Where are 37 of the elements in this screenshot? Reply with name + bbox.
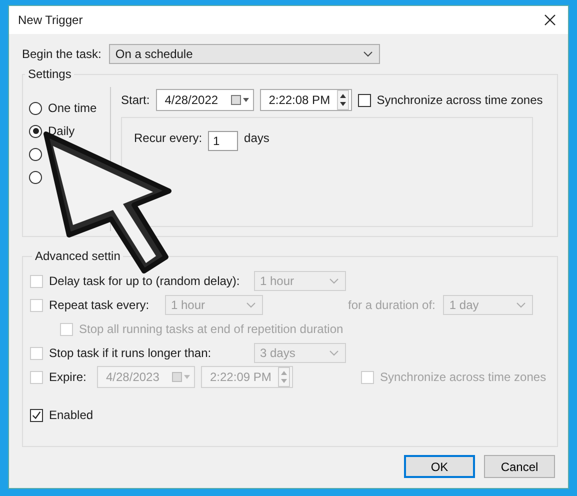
- date-picker[interactable]: 4/28/2022: [156, 89, 254, 111]
- radio-button[interactable]: [29, 102, 42, 114]
- field-label: Start:: [121, 93, 150, 107]
- spinner-arrows-icon[interactable]: [336, 90, 349, 110]
- chevron-down-icon: [363, 51, 374, 57]
- radio-button[interactable]: [29, 124, 42, 138]
- checkbox-label: Delay task for up to (random delay):: [49, 274, 241, 288]
- close-icon[interactable]: [544, 14, 556, 26]
- field-label: for a duration of:: [348, 298, 436, 312]
- checkbox[interactable]: [358, 94, 371, 106]
- checkbox-label: Synchronize across time zones: [380, 370, 546, 384]
- chevron-down-icon: [329, 278, 339, 284]
- checkbox-label: Stop all running tasks at end of repetition duration: [79, 322, 344, 336]
- checkbox-label: Expire:: [49, 370, 88, 384]
- calendar-dropdown-icon[interactable]: [230, 95, 251, 105]
- radio-button[interactable]: [29, 148, 42, 160]
- chevron-down-icon: [329, 350, 339, 356]
- unit-label: days: [244, 131, 270, 145]
- checkbox-label: Synchronize across time zones: [376, 93, 543, 107]
- checkbox-label: Stop task if it runs longer than:: [49, 346, 212, 360]
- dialog-button[interactable]: OK: [404, 455, 475, 478]
- recur-input[interactable]: 1: [208, 131, 238, 151]
- time-spinner[interactable]: 2:22:08 PM: [260, 89, 352, 111]
- dialog-button[interactable]: Cancel: [484, 455, 555, 478]
- radio-label: One time: [48, 101, 97, 115]
- dropdown[interactable]: On a schedule: [109, 44, 380, 64]
- checkbox-label: Repeat task every:: [49, 298, 150, 312]
- chevron-down-icon: [516, 302, 526, 308]
- group-title: Settings: [27, 67, 72, 81]
- checkbox[interactable]: [30, 408, 43, 422]
- chevron-down-icon: [246, 302, 256, 308]
- group-title: Advanced settin: [34, 249, 122, 263]
- window-title: New Trigger: [18, 13, 83, 27]
- field-label: Begin the task:: [22, 47, 102, 61]
- checkbox-label: Enabled: [49, 408, 94, 422]
- field-label: Recur every:: [134, 131, 202, 145]
- radio-button[interactable]: [29, 170, 42, 184]
